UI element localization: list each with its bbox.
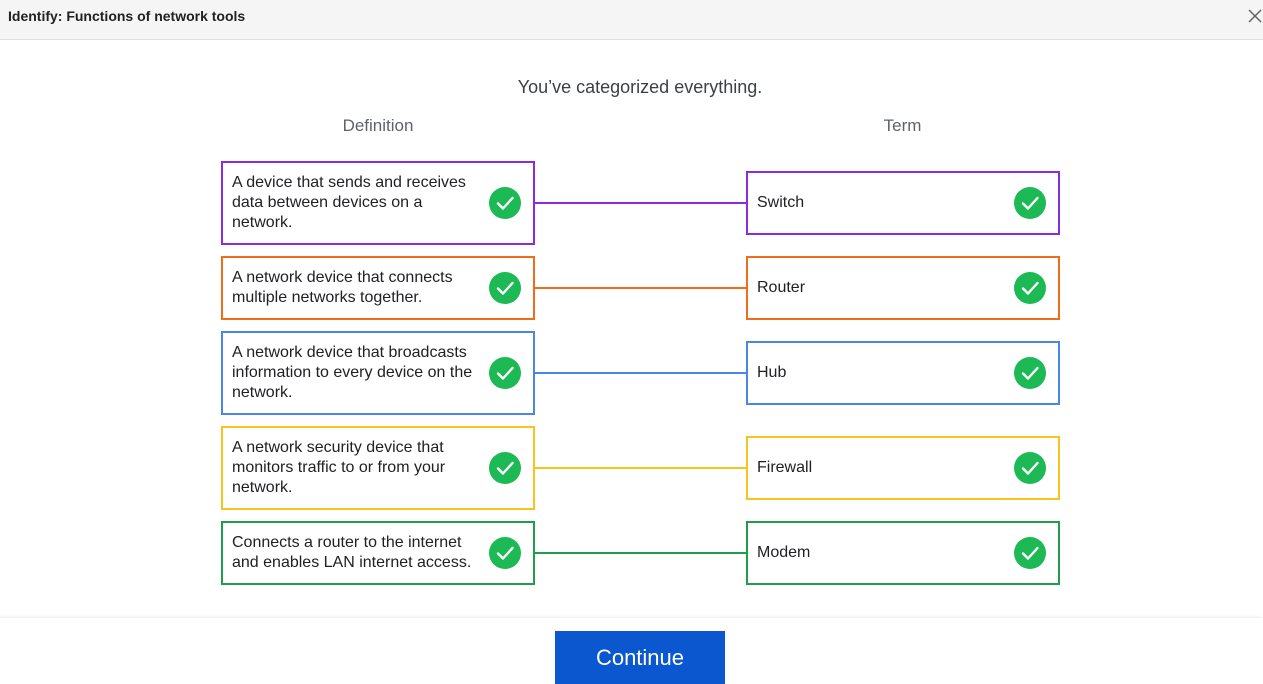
match-connector-line [534, 372, 747, 374]
definition-text: A network device that connects multiple … [232, 269, 453, 306]
match-connector-line [534, 552, 747, 554]
definition-column-heading: Definition [342, 116, 414, 135]
check-circle-icon [1014, 452, 1046, 484]
definition-text: A device that sends and receives data be… [232, 174, 466, 231]
check-circle-icon [1014, 537, 1046, 569]
definition-text: A network security device that monitors … [232, 439, 446, 496]
check-circle-icon [489, 187, 521, 219]
continue-button[interactable]: Continue [555, 631, 725, 684]
definition-text: Connects a router to the internet and en… [232, 534, 472, 571]
definition-text: A network device that broadcasts informa… [232, 344, 473, 401]
match-connector-line [534, 467, 747, 469]
term-card[interactable]: Router [746, 256, 1060, 320]
definition-card[interactable]: A network device that connects multiple … [221, 256, 535, 320]
term-card[interactable]: Hub [746, 341, 1060, 405]
close-icon[interactable] [1245, 6, 1263, 26]
check-circle-icon [489, 357, 521, 389]
dialog-header: Identify: Functions of network tools [0, 0, 1263, 40]
definition-card[interactable]: A network device that broadcasts informa… [221, 331, 535, 415]
check-circle-icon [1014, 357, 1046, 389]
term-card[interactable]: Modem [746, 521, 1060, 585]
definition-card[interactable]: A network security device that monitors … [221, 426, 535, 510]
term-text: Modem [757, 544, 811, 561]
term-card[interactable]: Firewall [746, 436, 1060, 500]
dialog-title: Identify: Functions of network tools [8, 8, 246, 24]
term-text: Switch [757, 194, 805, 211]
dialog-footer: Continue [0, 618, 1263, 684]
match-connector-line [534, 202, 747, 204]
definition-card[interactable]: Connects a router to the internet and en… [221, 521, 535, 585]
completion-message: You’ve categorized everything. [517, 77, 763, 97]
check-circle-icon [489, 452, 521, 484]
check-circle-icon [1014, 272, 1046, 304]
check-circle-icon [489, 537, 521, 569]
term-column-heading: Term [883, 116, 922, 135]
term-text: Firewall [757, 459, 813, 476]
check-circle-icon [489, 272, 521, 304]
definition-card[interactable]: A device that sends and receives data be… [221, 161, 535, 245]
term-card[interactable]: Switch [746, 171, 1060, 235]
check-circle-icon [1014, 187, 1046, 219]
term-text: Router [757, 279, 806, 296]
match-connector-line [534, 287, 747, 289]
term-text: Hub [757, 364, 787, 381]
